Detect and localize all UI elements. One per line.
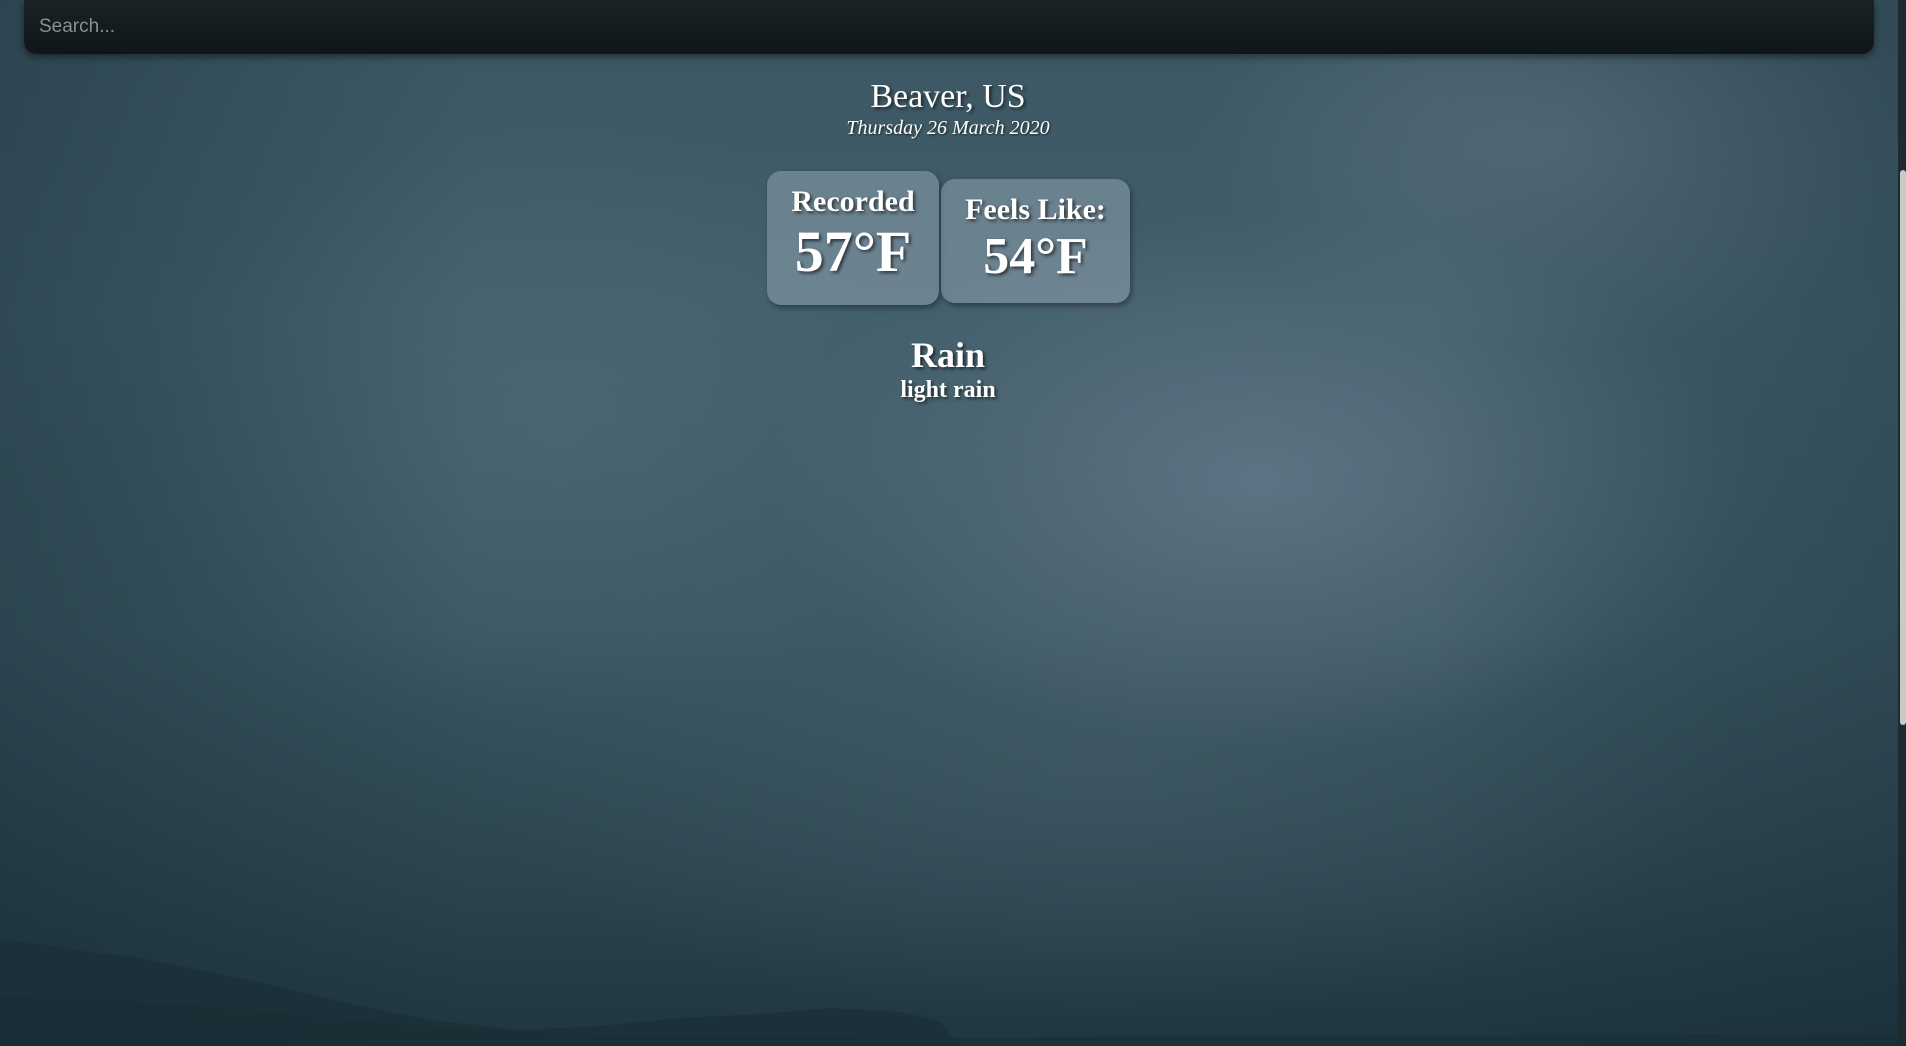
scrollbar-thumb[interactable] (1900, 170, 1906, 725)
recorded-value: 57°F (794, 219, 912, 284)
feels-like-value: 54°F (983, 228, 1088, 285)
search-input[interactable] (24, 0, 1874, 54)
feels-like-card: Feels Like: 54°F (941, 179, 1130, 303)
weather-main: Rain (910, 335, 986, 375)
scrollbar[interactable] (1898, 0, 1906, 1046)
recorded-label: Recorded (791, 185, 915, 218)
weather-description: light rain (900, 377, 996, 403)
search-bar (24, 0, 1874, 54)
location-name: Beaver, US (870, 78, 1026, 115)
background-hills (0, 941, 1906, 1046)
recorded-temp-card: Recorded 57°F (767, 171, 939, 305)
feels-like-label: Feels Like: (965, 193, 1106, 226)
current-date: Thursday 26 March 2020 (846, 117, 1050, 139)
